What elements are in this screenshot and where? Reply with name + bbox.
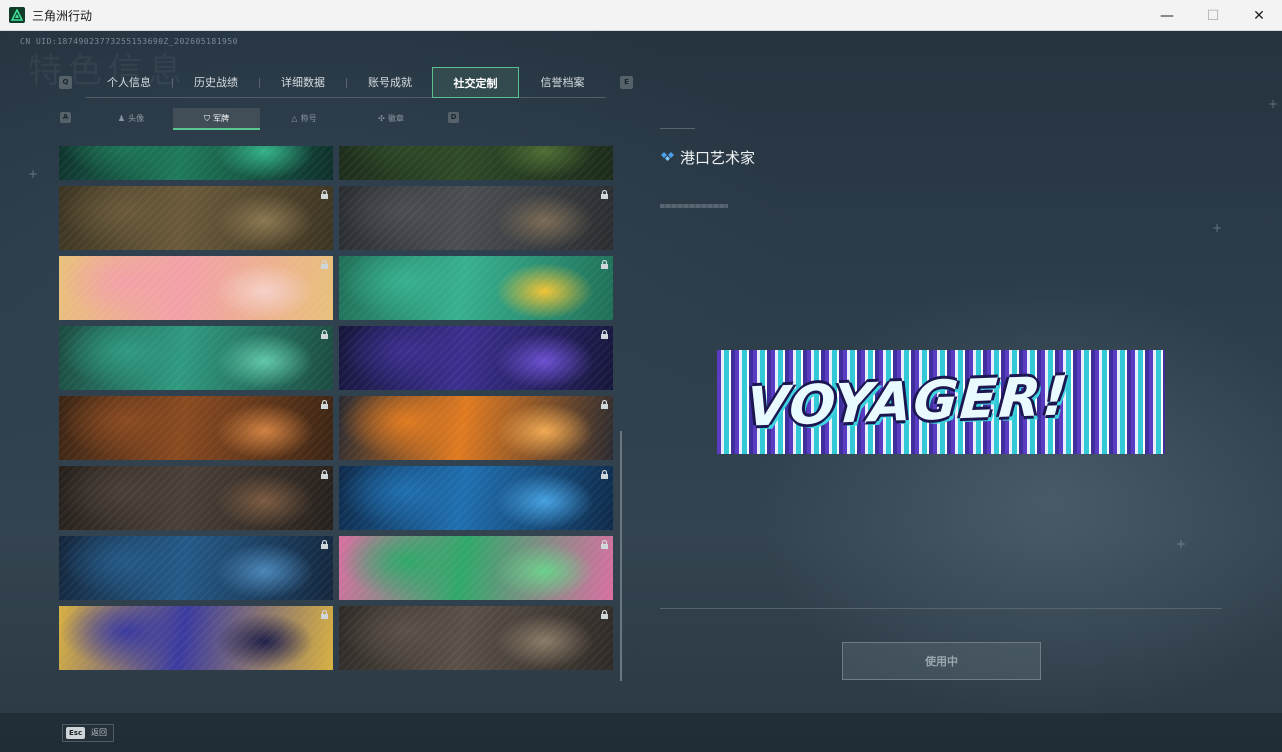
card-texture <box>59 536 333 600</box>
card-yellow-purple-tower[interactable] <box>59 606 333 670</box>
card-ruins-soldier[interactable] <box>59 466 333 530</box>
subtab-label: 称号 <box>300 114 317 123</box>
subtab-avatar[interactable]: ♟ 头像 <box>90 108 172 130</box>
tab-achievements[interactable]: 账号成就 <box>347 67 433 98</box>
card-green-pink-plants[interactable] <box>339 536 613 600</box>
card-texture <box>339 606 613 670</box>
uid-text: CN UID:18749023773255153690Z_20260518195… <box>20 37 238 46</box>
maximize-button[interactable]: ☐ <box>1190 0 1236 31</box>
lock-icon <box>601 329 608 339</box>
card-purple-lightning[interactable] <box>339 326 613 390</box>
lock-icon <box>601 609 608 619</box>
card-orange-burst-robot[interactable] <box>339 396 613 460</box>
close-button[interactable]: ✕ <box>1236 0 1282 31</box>
card-desert-helicopter[interactable] <box>59 186 333 250</box>
tab-next-key-hint[interactable]: E <box>620 76 633 89</box>
card-blue-knife[interactable] <box>339 466 613 530</box>
card-texture <box>339 146 613 180</box>
game-viewport: 特色信息 CN UID:18749023773255153690Z_202605… <box>0 31 1282 752</box>
subtab-label: 头像 <box>128 114 145 123</box>
badge-icon: ✣ <box>378 114 385 123</box>
crosshair-decoration-icon: + <box>1212 221 1223 235</box>
divider <box>660 128 695 129</box>
lock-icon <box>601 469 608 479</box>
dogtag-preview-banner: VOYAGER! <box>717 350 1165 454</box>
lock-icon <box>321 399 328 409</box>
triangle-icon: △ <box>291 114 298 123</box>
footer-bar <box>0 713 1282 752</box>
card-texture <box>339 326 613 390</box>
card-texture <box>339 396 613 460</box>
card-blue-spider-robot[interactable] <box>59 536 333 600</box>
lock-icon <box>321 539 328 549</box>
card-texture <box>339 466 613 530</box>
dogtag-icon: ⛉ <box>204 114 210 123</box>
dogtag-grid <box>58 146 622 681</box>
lock-icon <box>321 329 328 339</box>
crosshair-decoration-icon: + <box>28 167 39 181</box>
divider <box>660 608 1222 609</box>
card-wasteland-debris[interactable] <box>339 606 613 670</box>
subtab-dogtag[interactable]: ⛉ 军牌 <box>173 108 260 130</box>
banner-graffiti-text: VOYAGER! <box>744 364 1072 439</box>
tab-social-custom[interactable]: 社交定制 <box>432 67 519 98</box>
card-texture <box>59 186 333 250</box>
window-title: 三角洲行动 <box>32 9 93 23</box>
esc-key-badge: Esc <box>66 727 86 739</box>
lock-icon <box>321 189 328 199</box>
tab-reputation[interactable]: 信誉档案 <box>519 67 606 98</box>
subtab-title[interactable]: △ 称号 <box>261 108 347 130</box>
lock-icon <box>321 469 328 479</box>
card-jungle-soldier[interactable] <box>339 146 613 180</box>
tab-prev-key-hint[interactable]: Q <box>59 76 72 89</box>
diamond-icon <box>661 152 674 161</box>
lock-icon <box>601 189 608 199</box>
card-teal-drone[interactable] <box>59 326 333 390</box>
main-tab-bar: 个人信息 历史战绩 详细数据 账号成就 社交定制 信誉档案 <box>86 67 606 98</box>
back-label: 返回 <box>91 728 107 737</box>
lock-icon <box>601 539 608 549</box>
lock-icon <box>321 609 328 619</box>
subtab-badge[interactable]: ✣ 徽章 <box>348 108 434 130</box>
minimize-button[interactable]: — <box>1144 0 1190 31</box>
dogtag-subtitle-placeholder <box>660 204 728 208</box>
card-orange-firefight[interactable] <box>59 396 333 460</box>
subtab-label: 军牌 <box>213 114 229 123</box>
crosshair-decoration-icon: + <box>1176 537 1187 551</box>
card-tank-battle[interactable] <box>339 186 613 250</box>
card-texture <box>59 396 333 460</box>
subtab-next-key-hint[interactable]: D <box>448 112 459 123</box>
card-pink-cats[interactable] <box>59 256 333 320</box>
card-texture <box>339 186 613 250</box>
app-logo-icon <box>9 7 25 23</box>
game-window: 三角洲行动 — ☐ ✕ 特色信息 CN UID:1874902377325515… <box>0 0 1282 752</box>
card-green-sniper[interactable] <box>59 146 333 180</box>
card-texture <box>59 606 333 670</box>
tab-history[interactable]: 历史战绩 <box>173 67 259 98</box>
tab-detailed-data[interactable]: 详细数据 <box>260 67 346 98</box>
card-texture <box>59 466 333 530</box>
crosshair-decoration-icon: + <box>1268 97 1279 111</box>
card-texture <box>59 146 333 180</box>
title-bar: 三角洲行动 — ☐ ✕ <box>0 0 1282 31</box>
subtab-prev-key-hint[interactable]: A <box>60 112 71 123</box>
card-texture <box>339 536 613 600</box>
lock-icon <box>321 259 328 269</box>
tab-personal-info[interactable]: 个人信息 <box>86 67 172 98</box>
subtab-label: 徽章 <box>387 114 404 123</box>
card-texture <box>59 326 333 390</box>
card-texture <box>59 256 333 320</box>
lock-icon <box>601 399 608 409</box>
lock-icon <box>601 259 608 269</box>
person-icon: ♟ <box>117 114 126 123</box>
card-texture <box>339 256 613 320</box>
selected-dogtag-title: 港口艺术家 <box>680 149 756 167</box>
grid-scrollbar[interactable] <box>620 431 622 681</box>
card-green-thumbs[interactable] <box>339 256 613 320</box>
in-use-button[interactable]: 使用中 <box>842 642 1041 680</box>
